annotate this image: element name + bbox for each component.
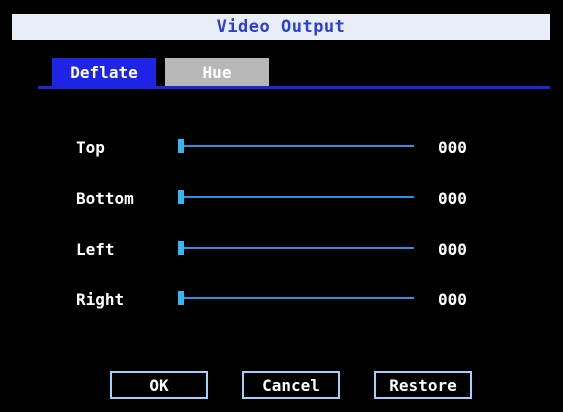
top-label: Top bbox=[76, 138, 105, 157]
video-output-window: Video Output Deflate Hue Top 000 Bottom … bbox=[0, 0, 563, 412]
top-slider-track bbox=[178, 145, 414, 147]
right-slider-thumb[interactable] bbox=[178, 291, 184, 305]
top-slider[interactable] bbox=[178, 139, 414, 153]
left-slider[interactable] bbox=[178, 241, 414, 255]
right-label: Right bbox=[76, 290, 125, 309]
cancel-button[interactable]: Cancel bbox=[242, 371, 340, 399]
right-slider-track bbox=[178, 297, 414, 299]
tab-deflate[interactable]: Deflate bbox=[52, 58, 156, 86]
tab-underline bbox=[38, 86, 550, 89]
bottom-value: 000 bbox=[438, 189, 467, 208]
bottom-label: Bottom bbox=[76, 189, 134, 208]
restore-button[interactable]: Restore bbox=[374, 371, 472, 399]
right-slider[interactable] bbox=[178, 291, 414, 305]
bottom-slider-track bbox=[178, 196, 414, 198]
bottom-slider[interactable] bbox=[178, 190, 414, 204]
left-label: Left bbox=[76, 240, 115, 259]
window-title: Video Output bbox=[12, 14, 550, 40]
right-value: 000 bbox=[438, 290, 467, 309]
ok-button[interactable]: OK bbox=[110, 371, 208, 399]
bottom-slider-thumb[interactable] bbox=[178, 190, 184, 204]
top-slider-thumb[interactable] bbox=[178, 139, 184, 153]
top-value: 000 bbox=[438, 138, 467, 157]
left-value: 000 bbox=[438, 240, 467, 259]
left-slider-track bbox=[178, 247, 414, 249]
left-slider-thumb[interactable] bbox=[178, 241, 184, 255]
tab-hue[interactable]: Hue bbox=[165, 58, 269, 86]
